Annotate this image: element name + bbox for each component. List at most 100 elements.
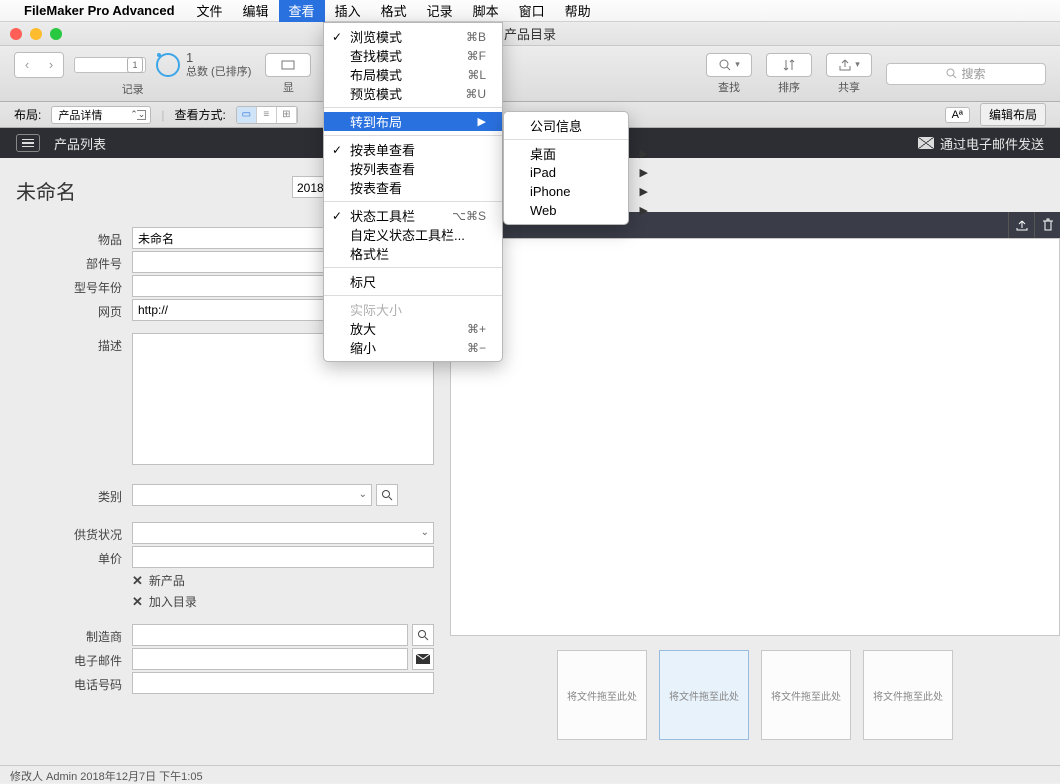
minimize-icon[interactable] [30, 28, 42, 40]
menu-item[interactable]: 公司信息 [504, 116, 664, 135]
menu-item[interactable]: ✓浏览模式⌘B [324, 27, 502, 46]
manufacturer-search-button[interactable] [412, 624, 434, 646]
label-manufacturer: 制造商 [16, 624, 132, 645]
viewmode-label: 查看方式: [174, 106, 225, 123]
share-icon [838, 58, 852, 72]
close-icon[interactable] [10, 28, 22, 40]
menu-item[interactable]: Web▶ [504, 201, 664, 220]
menu-window[interactable]: 窗口 [509, 0, 555, 22]
view-list-button[interactable]: ≡ [257, 107, 277, 123]
menu-scripts[interactable]: 脚本 [463, 0, 509, 22]
manufacturer-input[interactable] [132, 624, 408, 646]
drop-zone[interactable]: 将文件拖至此处 [761, 650, 851, 740]
send-email-button[interactable]: 通过电子邮件发送 [918, 134, 1044, 153]
traffic-lights [10, 28, 62, 40]
menu-file[interactable]: 文件 [187, 0, 233, 22]
menu-item[interactable]: 查找模式⌘F [324, 46, 502, 65]
price-input[interactable] [132, 546, 434, 568]
label-web: 网页 [16, 299, 132, 320]
availability-combo[interactable]: ⌄ [132, 522, 434, 544]
menu-item[interactable]: 标尺 [324, 272, 502, 291]
menu-item[interactable]: 自定义状态工具栏... [324, 225, 502, 244]
maximize-icon[interactable] [50, 28, 62, 40]
menu-format[interactable]: 格式 [371, 0, 417, 22]
phone-input[interactable] [132, 672, 434, 694]
menu-item[interactable]: ✓状态工具栏⌥⌘S [324, 206, 502, 225]
menu-item[interactable]: iPad▶ [504, 163, 664, 182]
layout-dropdown[interactable]: 产品详情⌃⌄ [51, 106, 151, 124]
menu-item[interactable]: 缩小⌘− [324, 338, 502, 357]
slider-knob[interactable]: 1 [127, 57, 143, 73]
view-form-button[interactable]: ▭ [237, 107, 257, 123]
find-button[interactable]: ▾ [706, 53, 752, 77]
sort-button[interactable] [766, 53, 812, 77]
label-phone: 电话号码 [16, 672, 132, 693]
search-icon [381, 489, 393, 501]
menu-item[interactable]: 格式栏 [324, 244, 502, 263]
right-panel: 将文件拖至此处 将文件拖至此处 将文件拖至此处 将文件拖至此处 [450, 158, 1060, 765]
search-icon [417, 629, 429, 641]
record-count-text: 1 总数 (已排序) [186, 50, 251, 79]
mail-icon [416, 654, 430, 664]
menu-records[interactable]: 记录 [417, 0, 463, 22]
search-icon [946, 68, 957, 79]
menu-view[interactable]: 查看 [279, 0, 325, 22]
menu-icon[interactable] [16, 134, 40, 152]
statusbar: 修改人 Admin 2018年12月7日 下午1:05 [0, 765, 1060, 783]
menu-edit[interactable]: 编辑 [233, 0, 279, 22]
window-titlebar: 产品目录 [0, 22, 1060, 46]
checkbox-new-product[interactable]: ✕新产品 [132, 572, 434, 589]
menu-item[interactable]: 按列表查看 [324, 159, 502, 178]
share-button[interactable]: ▾ [826, 53, 872, 77]
drop-zone[interactable]: 将文件拖至此处 [863, 650, 953, 740]
nav-buttons: ‹ › [14, 52, 64, 78]
page-title: 产品列表 [54, 134, 106, 153]
pie-icon[interactable] [156, 53, 180, 77]
delete-button[interactable] [1034, 212, 1060, 238]
layout-label: 布局: [14, 106, 41, 123]
records-nav-section: ‹ › 1 1 总数 (已排序) 记录 [14, 50, 251, 97]
drop-zone[interactable]: 将文件拖至此处 [659, 650, 749, 740]
menu-item[interactable]: iPhone▶ [504, 182, 664, 201]
email-input[interactable] [132, 648, 408, 670]
chevron-down-icon: ⌄ [359, 489, 367, 500]
share-section: ▾ 共享 [826, 53, 872, 95]
view-mode-group: ▭ ≡ ⊞ [236, 106, 298, 124]
menu-help[interactable]: 帮助 [555, 0, 601, 22]
menu-item[interactable]: 桌面▶ [504, 144, 664, 163]
upload-icon [1015, 218, 1029, 232]
category-combo[interactable]: ⌄ [132, 484, 372, 506]
show-icon [281, 58, 295, 72]
drop-zones: 将文件拖至此处 将文件拖至此处 将文件拖至此处 将文件拖至此处 [450, 650, 1060, 740]
formatting-button[interactable]: Aª [945, 107, 970, 123]
sort-icon [782, 58, 796, 72]
show-all-button[interactable] [265, 53, 311, 77]
view-table-button[interactable]: ⊞ [277, 107, 297, 123]
menu-item[interactable]: 按表查看 [324, 178, 502, 197]
menu-item[interactable]: 转到布局▶ [324, 112, 502, 131]
email-send-button[interactable] [412, 648, 434, 670]
find-section: ▾ 查找 [706, 53, 752, 95]
menu-item[interactable]: 预览模式⌘U [324, 84, 502, 103]
menu-insert[interactable]: 插入 [325, 0, 371, 22]
search-icon [718, 58, 732, 72]
checkbox-add-catalog[interactable]: ✕加入目录 [132, 593, 434, 610]
label-item: 物品 [16, 227, 132, 248]
app-name[interactable]: FileMaker Pro Advanced [24, 3, 175, 18]
category-search-button[interactable] [376, 484, 398, 506]
sort-section: 排序 [766, 53, 812, 95]
nav-next-button[interactable]: › [39, 53, 63, 77]
upload-button[interactable] [1008, 212, 1034, 238]
menu-item[interactable]: ✓按表单查看 [324, 140, 502, 159]
label-availability: 供货状况 [16, 522, 132, 543]
record-slider[interactable]: 1 [74, 57, 146, 73]
nav-prev-button[interactable]: ‹ [15, 53, 39, 77]
drop-zone[interactable]: 将文件拖至此处 [557, 650, 647, 740]
edit-layout-button[interactable]: 编辑布局 [980, 103, 1046, 126]
chevron-down-icon: ⌄ [421, 527, 429, 538]
search-input[interactable]: 搜索 [886, 63, 1046, 85]
show-section: 显 [265, 53, 311, 95]
menu-item[interactable]: 放大⌘+ [324, 319, 502, 338]
list-area [450, 238, 1060, 636]
menu-item[interactable]: 布局模式⌘L [324, 65, 502, 84]
